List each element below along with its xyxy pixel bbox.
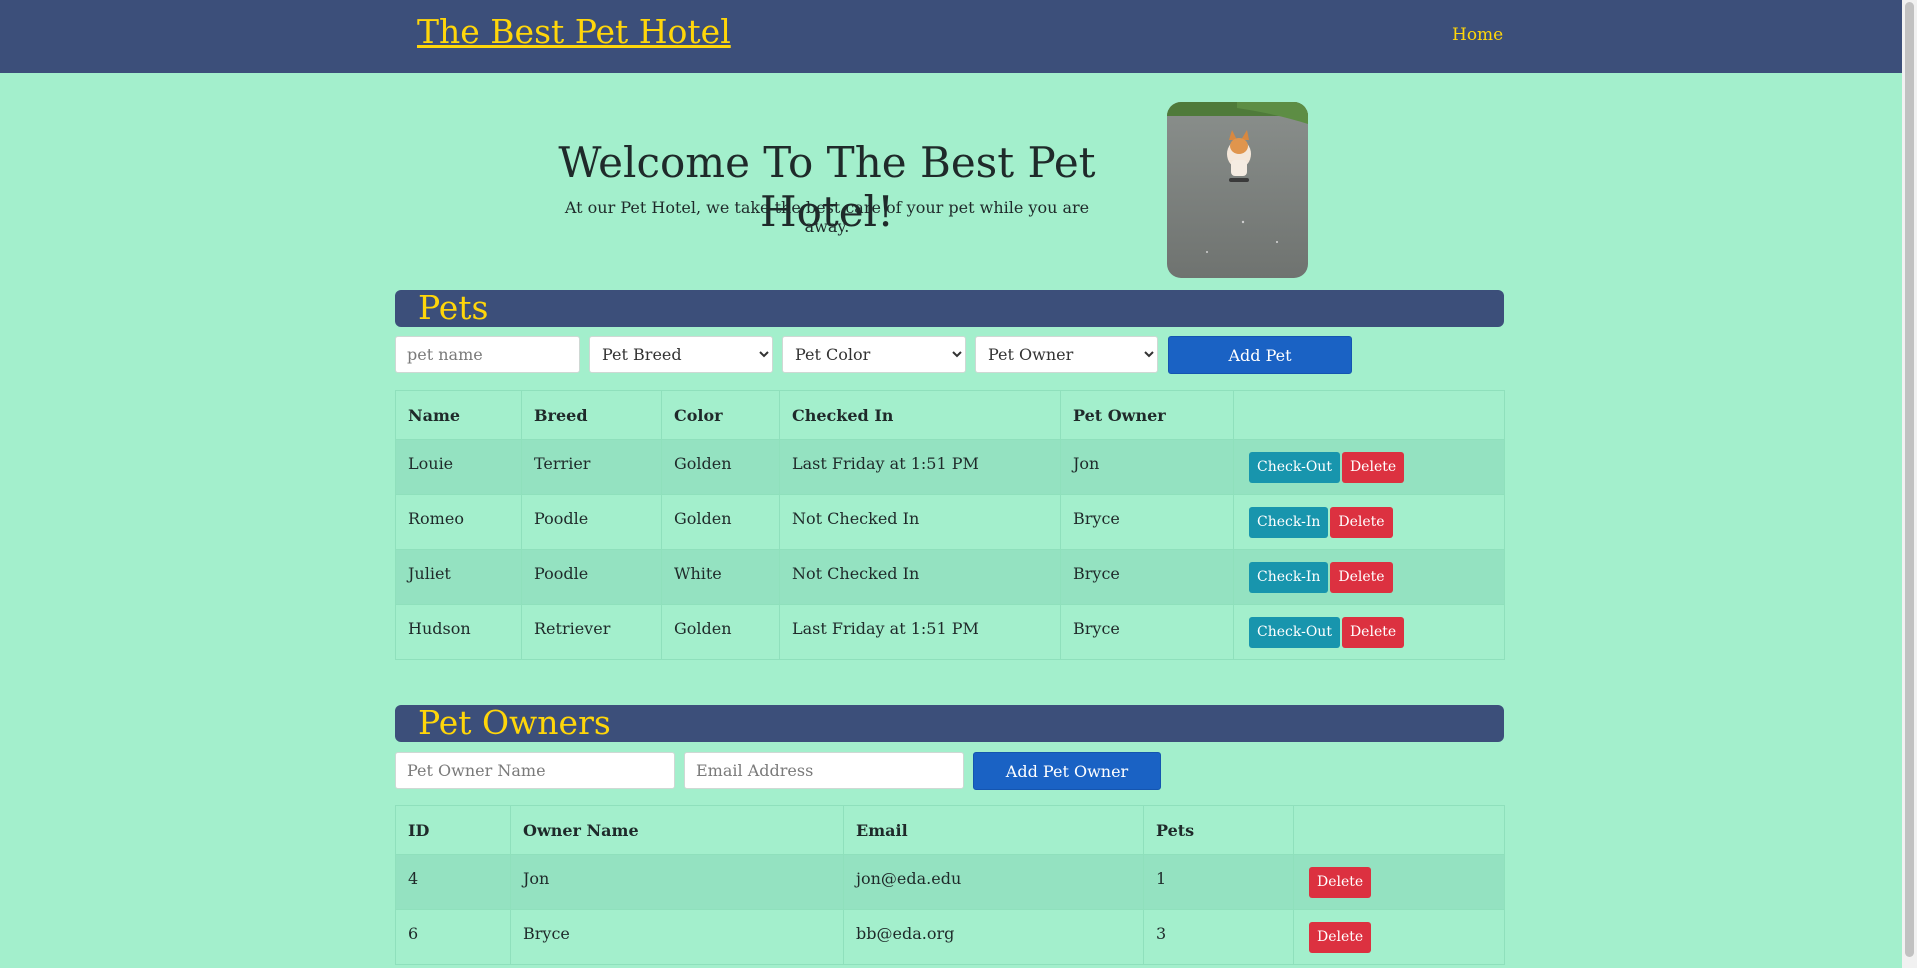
column-header: Checked In bbox=[779, 390, 1061, 440]
delete-owner-button[interactable]: Delete bbox=[1309, 921, 1372, 953]
table-row: Romeo Poodle Golden Not Checked In Bryce… bbox=[395, 494, 1505, 550]
pet-owner-cell: Jon bbox=[1060, 439, 1234, 495]
nav-home-link[interactable]: Home bbox=[1452, 25, 1503, 45]
pet-breed-cell: Terrier bbox=[521, 439, 662, 495]
owner-pets-cell: 1 bbox=[1143, 854, 1294, 910]
pets-heading: Pets bbox=[418, 288, 489, 327]
pet-breed-cell: Retriever bbox=[521, 604, 662, 660]
pets-section-header: Pets bbox=[395, 288, 1504, 327]
navbar: The Best Pet Hotel Home bbox=[0, 0, 1902, 73]
pet-breed-cell: Poodle bbox=[521, 494, 662, 550]
pet-color-cell: Golden bbox=[661, 439, 780, 495]
owner-name-cell: Jon bbox=[510, 854, 844, 910]
column-header: Owner Name bbox=[510, 805, 844, 855]
scrollbar-thumb[interactable] bbox=[1905, 2, 1914, 957]
check-in-button[interactable]: Check-In bbox=[1249, 506, 1329, 538]
pet-color-cell: White bbox=[661, 549, 780, 605]
column-header bbox=[1233, 390, 1505, 440]
pet-checked-in-cell: Not Checked In bbox=[779, 494, 1061, 550]
table-row: 4 Jon jon@eda.edu 1 Delete bbox=[395, 854, 1505, 910]
owner-name-input[interactable] bbox=[395, 752, 675, 789]
delete-pet-button[interactable]: Delete bbox=[1330, 561, 1393, 593]
owner-id-cell: 4 bbox=[395, 854, 511, 910]
owners-table: ID Owner Name Email Pets 4 Jon jon@eda.e… bbox=[395, 805, 1505, 965]
delete-pet-button[interactable]: Delete bbox=[1341, 616, 1405, 648]
column-header: Pet Owner bbox=[1060, 390, 1234, 440]
pet-breed-select[interactable]: Pet Breed bbox=[589, 336, 773, 373]
pet-color-select[interactable]: Pet Color bbox=[782, 336, 966, 373]
pet-actions-cell: Check-In Delete bbox=[1233, 494, 1505, 550]
page-subtitle: At our Pet Hotel, we take the best care … bbox=[564, 198, 1090, 236]
column-header: Breed bbox=[521, 390, 662, 440]
pets-table: Name Breed Color Checked In Pet Owner Lo… bbox=[395, 390, 1505, 660]
pets-table-header: Name Breed Color Checked In Pet Owner bbox=[395, 390, 1505, 440]
pet-checked-in-cell: Last Friday at 1:51 PM bbox=[779, 439, 1061, 495]
owner-email-cell: jon@eda.edu bbox=[843, 854, 1144, 910]
pet-actions-cell: Check-In Delete bbox=[1233, 549, 1505, 605]
pet-owner-cell: Bryce bbox=[1060, 494, 1234, 550]
pet-name-input[interactable] bbox=[395, 336, 580, 373]
pet-owner-cell: Bryce bbox=[1060, 604, 1234, 660]
pet-owner-cell: Bryce bbox=[1060, 549, 1234, 605]
owners-table-header: ID Owner Name Email Pets bbox=[395, 805, 1505, 855]
pet-owner-select[interactable]: Pet Owner bbox=[975, 336, 1158, 373]
owner-id-cell: 6 bbox=[395, 909, 511, 965]
check-out-button[interactable]: Check-Out bbox=[1249, 616, 1340, 648]
owners-heading: Pet Owners bbox=[418, 703, 611, 742]
column-header bbox=[1293, 805, 1505, 855]
column-header: Pets bbox=[1143, 805, 1294, 855]
pet-name-cell: Juliet bbox=[395, 549, 522, 605]
corgi-photo bbox=[1167, 102, 1308, 278]
pet-actions-cell: Check-Out Delete bbox=[1233, 604, 1505, 660]
brand-link[interactable]: The Best Pet Hotel bbox=[417, 12, 731, 51]
owner-actions-cell: Delete bbox=[1293, 854, 1505, 910]
pet-name-cell: Romeo bbox=[395, 494, 522, 550]
pet-checked-in-cell: Not Checked In bbox=[779, 549, 1061, 605]
page-scrollbar[interactable] bbox=[1902, 0, 1917, 968]
check-out-button[interactable]: Check-Out bbox=[1249, 451, 1340, 483]
table-row: Hudson Retriever Golden Last Friday at 1… bbox=[395, 604, 1505, 660]
table-row: Juliet Poodle White Not Checked In Bryce… bbox=[395, 549, 1505, 605]
pet-actions-cell: Check-Out Delete bbox=[1233, 439, 1505, 495]
pet-color-cell: Golden bbox=[661, 604, 780, 660]
table-row: 6 Bryce bb@eda.org 3 Delete bbox=[395, 909, 1505, 965]
owner-pets-cell: 3 bbox=[1143, 909, 1294, 965]
pet-breed-cell: Poodle bbox=[521, 549, 662, 605]
delete-owner-button[interactable]: Delete bbox=[1309, 866, 1372, 898]
owner-name-cell: Bryce bbox=[510, 909, 844, 965]
pet-checked-in-cell: Last Friday at 1:51 PM bbox=[779, 604, 1061, 660]
owner-actions-cell: Delete bbox=[1293, 909, 1505, 965]
delete-pet-button[interactable]: Delete bbox=[1330, 506, 1393, 538]
column-header: Color bbox=[661, 390, 780, 440]
check-in-button[interactable]: Check-In bbox=[1249, 561, 1329, 593]
pet-name-cell: Hudson bbox=[395, 604, 522, 660]
add-pet-button[interactable]: Add Pet bbox=[1168, 336, 1352, 374]
column-header: Email bbox=[843, 805, 1144, 855]
delete-pet-button[interactable]: Delete bbox=[1341, 451, 1405, 483]
owners-section-header: Pet Owners bbox=[395, 703, 1504, 742]
pet-name-cell: Louie bbox=[395, 439, 522, 495]
email-field[interactable] bbox=[684, 752, 964, 789]
pet-color-cell: Golden bbox=[661, 494, 780, 550]
column-header: Name bbox=[395, 390, 522, 440]
table-row: Louie Terrier Golden Last Friday at 1:51… bbox=[395, 439, 1505, 495]
column-header: ID bbox=[395, 805, 511, 855]
owner-email-cell: bb@eda.org bbox=[843, 909, 1144, 965]
add-owner-button[interactable]: Add Pet Owner bbox=[973, 752, 1161, 790]
